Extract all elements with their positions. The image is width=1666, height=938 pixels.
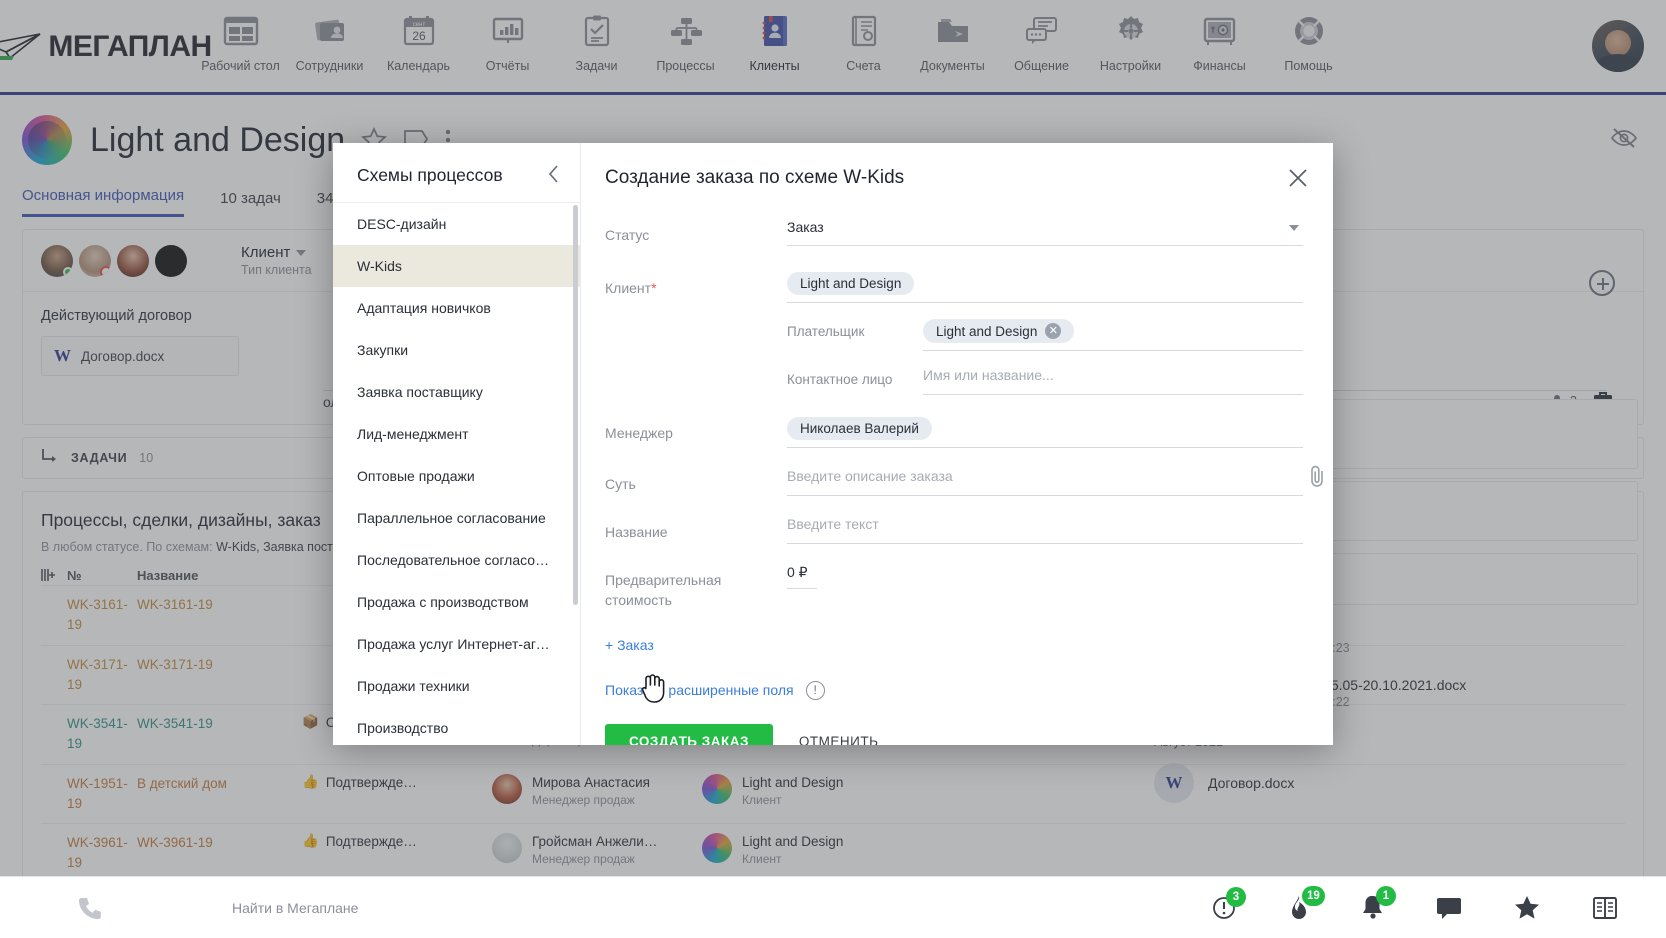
scheme-item-sequential-approval[interactable]: Последовательное согласован…: [333, 539, 580, 581]
cancel-button[interactable]: ОТМЕНИТЬ: [799, 734, 879, 745]
add-order-link[interactable]: + Заказ: [605, 637, 654, 653]
field-label-status: Статус: [605, 227, 650, 243]
client-chip[interactable]: Light and Design: [787, 272, 915, 295]
manager-chip[interactable]: Николаев Валерий: [787, 417, 932, 440]
name-input[interactable]: Введите текст: [787, 516, 1303, 544]
field-contact: Контактное лицо Имя или название...: [787, 367, 1303, 395]
payer-input[interactable]: Light and Design ✕: [923, 319, 1303, 351]
book-icon[interactable]: [1592, 896, 1618, 920]
field-essence: Суть Введите описание заказа: [605, 465, 1323, 496]
alert-icon[interactable]: 3: [1212, 886, 1246, 920]
field-client: Клиент* Light and Design Плательщик Ligh…: [605, 272, 1303, 395]
chevron-left-icon[interactable]: [548, 165, 560, 186]
close-icon[interactable]: [1285, 165, 1311, 191]
contact-input[interactable]: Имя или название...: [923, 367, 1303, 395]
price-input[interactable]: 0 ₽: [787, 564, 1303, 589]
fire-badge: 19: [1302, 885, 1325, 906]
chip-remove-icon[interactable]: ✕: [1045, 323, 1062, 339]
bell-icon[interactable]: 1: [1362, 885, 1396, 921]
scheme-item-adaptation[interactable]: Адаптация новичков: [333, 287, 580, 329]
scheme-item-internet-agency-services[interactable]: Продажа услуг Интернет-агентс…: [333, 623, 580, 665]
create-order-modal: Схемы процессов DESC-дизайн W-Kids Адапт…: [333, 143, 1333, 745]
name-placeholder: Введите текст: [787, 516, 879, 532]
field-name: Название Введите текст: [605, 516, 1303, 544]
scheme-item-sale-with-production[interactable]: Продажа с производством: [333, 581, 580, 623]
field-label-essence: Суть: [605, 476, 636, 492]
schemes-header: Схемы процессов: [333, 143, 580, 203]
field-label-payer: Плательщик: [787, 324, 865, 339]
required-marker: *: [651, 280, 657, 296]
manager-input[interactable]: Николаев Валерий: [787, 417, 1303, 448]
scheme-item-w-kids[interactable]: W-Kids: [333, 245, 580, 287]
client-input[interactable]: Light and Design: [787, 272, 1303, 303]
info-icon[interactable]: !: [805, 680, 825, 700]
modal-title: Создание заказа по схеме W-Kids: [605, 167, 905, 188]
chevron-down-icon: [1289, 225, 1299, 231]
scheme-item-production[interactable]: Производство: [333, 707, 580, 745]
bottom-bar-icons: 3 19 1: [1212, 885, 1666, 921]
scheme-item-supplier-request[interactable]: Заявка поставщику: [333, 371, 580, 413]
essence-input[interactable]: Введите описание заказа: [787, 465, 1323, 496]
paperclip-icon[interactable]: [1309, 465, 1327, 492]
fire-icon[interactable]: 19: [1288, 885, 1325, 921]
bottom-bar: Найти в Мегаплане 3 19 1: [0, 876, 1666, 938]
field-status: Статус Заказ: [605, 219, 1303, 246]
manager-chip-label: Николаев Валерий: [800, 421, 919, 436]
client-field-group: Light and Design Плательщик Light and De…: [787, 272, 1303, 395]
scheme-item-wholesale[interactable]: Оптовые продажи: [333, 455, 580, 497]
field-label-manager: Менеджер: [605, 425, 673, 441]
field-label-price: Предварительная стоимость: [605, 572, 722, 609]
show-advanced-fields-link[interactable]: Показать расширенные поля: [605, 682, 794, 698]
price-underline: [787, 588, 817, 589]
scheme-item-equipment-sales[interactable]: Продажи техники: [333, 665, 580, 707]
schemes-list: DESC-дизайн W-Kids Адаптация новичков За…: [333, 203, 580, 745]
field-price: Предварительная стоимость 0 ₽: [605, 564, 1303, 611]
bell-badge: 1: [1376, 885, 1396, 906]
payer-chip-label: Light and Design: [936, 323, 1038, 339]
scheme-item-parallel-approval[interactable]: Параллельное согласование: [333, 497, 580, 539]
alert-badge: 3: [1226, 886, 1246, 907]
scheme-item-desc-design[interactable]: DESC-дизайн: [333, 203, 580, 245]
field-label-client-text: Клиент: [605, 280, 652, 296]
schemes-scrollbar[interactable]: [573, 205, 578, 605]
status-select[interactable]: Заказ: [787, 219, 1303, 246]
phone-icon[interactable]: [0, 895, 180, 921]
field-label-contact: Контактное лицо: [787, 372, 893, 387]
order-form: Создание заказа по схеме W-Kids Статус З…: [581, 143, 1333, 745]
client-chip-label: Light and Design: [800, 276, 902, 291]
advanced-fields-row: Показать расширенные поля !: [605, 680, 1303, 700]
schemes-title: Схемы процессов: [357, 165, 503, 185]
essence-placeholder: Введите описание заказа: [787, 468, 953, 484]
field-label-name: Название: [605, 524, 668, 540]
field-label-client: Клиент*: [605, 272, 787, 298]
global-search-input[interactable]: Найти в Мегаплане: [180, 900, 1212, 916]
create-order-button[interactable]: СОЗДАТЬ ЗАКАЗ: [605, 723, 773, 745]
payer-chip[interactable]: Light and Design ✕: [923, 319, 1075, 343]
scheme-item-purchases[interactable]: Закупки: [333, 329, 580, 371]
field-manager: Менеджер Николаев Валерий: [605, 417, 1303, 448]
star-icon[interactable]: [1514, 895, 1540, 920]
comment-icon[interactable]: [1436, 897, 1462, 919]
modal-actions: СОЗДАТЬ ЗАКАЗ ОТМЕНИТЬ: [605, 723, 1303, 745]
price-value: 0 ₽: [787, 564, 808, 580]
schemes-panel: Схемы процессов DESC-дизайн W-Kids Адапт…: [333, 143, 581, 745]
status-value: Заказ: [787, 219, 824, 235]
scheme-item-lead-management[interactable]: Лид-менеджмент: [333, 413, 580, 455]
field-payer: Плательщик Light and Design ✕: [787, 319, 1303, 351]
contact-placeholder: Имя или название...: [923, 367, 1054, 383]
